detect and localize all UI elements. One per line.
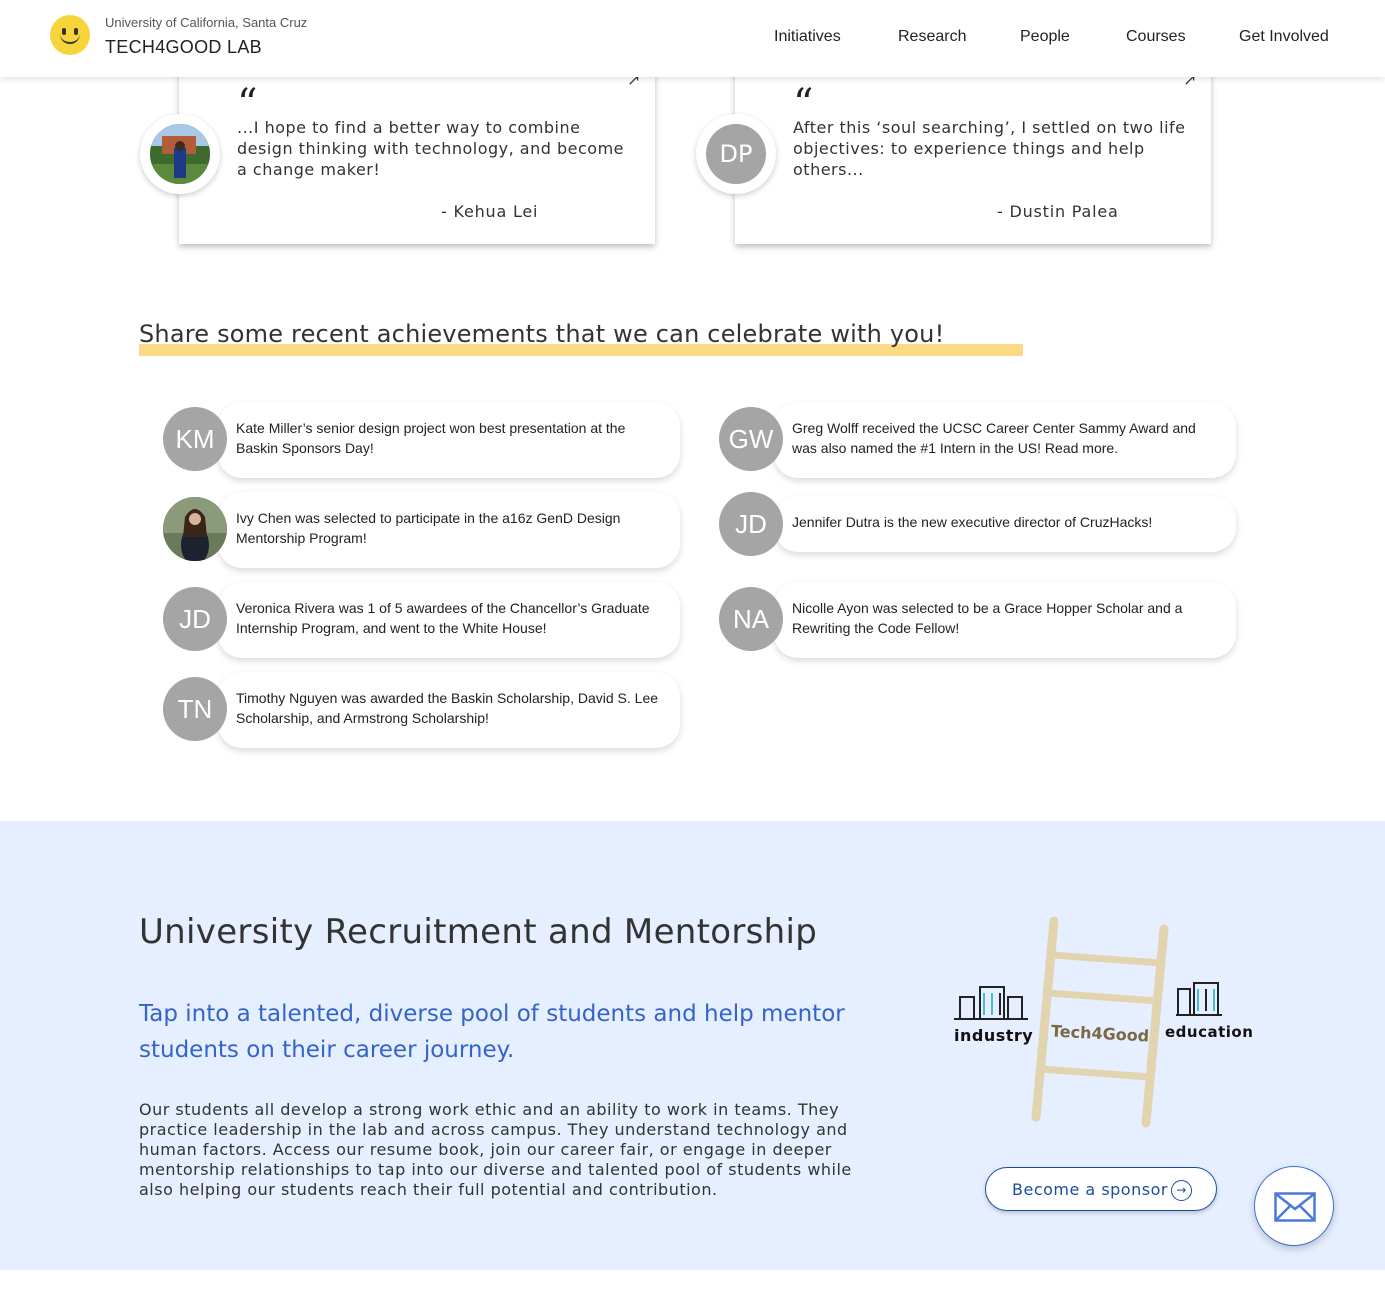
section-body: Our students all develop a strong work e… — [139, 1100, 852, 1199]
quote-card[interactable]: ↗ “ After this ‘soul searching’, I settl… — [735, 60, 1211, 244]
student-photo — [150, 124, 210, 184]
achievement-text: Nicolle Ayon was selected to be a Grace … — [792, 600, 1183, 636]
nav-courses[interactable]: Courses — [1126, 28, 1186, 46]
avatar — [163, 497, 227, 561]
avatar — [140, 114, 220, 194]
envelope-icon — [1274, 1192, 1316, 1222]
avatar-initials: JD — [719, 492, 783, 556]
student-photo — [163, 497, 227, 561]
avatar: DP — [696, 114, 776, 194]
nav-initiatives[interactable]: Initiatives — [774, 28, 841, 46]
nav-people[interactable]: People — [1020, 28, 1070, 46]
industry-buildings-icon — [954, 986, 1028, 1020]
achievement-text: Timothy Nguyen was awarded the Baskin Sc… — [236, 690, 659, 726]
page-footer-edge — [0, 1270, 1385, 1289]
avatar-initials: NA — [719, 587, 783, 651]
achievement-text: Ivy Chen was selected to participate in … — [236, 510, 621, 546]
achievement-item: Jennifer Dutra is the new executive dire… — [774, 496, 1236, 552]
achievement-item: Greg Wolff received the UCSC Career Cent… — [774, 402, 1236, 478]
education-buildings-icon — [1176, 982, 1222, 1016]
lab-name[interactable]: TECH4GOOD LAB — [105, 37, 262, 58]
education-label: education — [1165, 1023, 1254, 1041]
sponsor-button-label: Become a sponsor — [1012, 1180, 1168, 1199]
university-name: University of California, Santa Cruz — [105, 15, 308, 30]
achievement-text: Jennifer Dutra is the new executive dire… — [792, 514, 1153, 530]
achievement-item: Ivy Chen was selected to participate in … — [218, 492, 680, 568]
site-header: University of California, Santa Cruz TEC… — [0, 0, 1385, 77]
section-title: University Recruitment and Mentorship — [139, 912, 818, 952]
become-sponsor-button[interactable]: Become a sponsor → — [985, 1167, 1217, 1211]
contact-mail-button[interactable] — [1254, 1166, 1334, 1246]
achievement-item: Kate Miller’s senior design project won … — [218, 402, 680, 478]
avatar-initials: TN — [163, 677, 227, 741]
achievement-item: Veronica Rivera was 1 of 5 awardees of t… — [218, 582, 680, 658]
quote-text: ...I hope to find a better way to combin… — [237, 118, 625, 179]
achievement-item: Timothy Nguyen was awarded the Baskin Sc… — [218, 672, 680, 748]
quote-author: - Kehua Lei — [441, 202, 539, 221]
nav-get-involved[interactable]: Get Involved — [1239, 28, 1329, 46]
achievements-title: Share some recent achievements that we c… — [139, 320, 945, 348]
avatar-initials: DP — [706, 124, 766, 184]
quote-author: - Dustin Palea — [997, 202, 1119, 221]
achievement-item: Nicolle Ayon was selected to be a Grace … — [774, 582, 1236, 658]
industry-label: industry — [954, 1026, 1034, 1045]
avatar-initials: GW — [719, 407, 783, 471]
section-subtitle: Tap into a talented, diverse pool of stu… — [139, 1001, 845, 1063]
avatar-initials: JD — [163, 587, 227, 651]
achievement-text: Kate Miller’s senior design project won … — [236, 420, 626, 456]
nav-research[interactable]: Research — [898, 28, 966, 46]
avatar-initials: KM — [163, 407, 227, 471]
achievement-text: Veronica Rivera was 1 of 5 awardees of t… — [236, 600, 650, 636]
arrow-right-icon: → — [1171, 1180, 1192, 1201]
quote-text: After this ‘soul searching’, I settled o… — [793, 118, 1186, 179]
quote-card[interactable]: ↗ “ ...I hope to find a better way to co… — [179, 60, 655, 244]
smiley-logo-icon[interactable] — [50, 15, 90, 55]
achievement-text: Greg Wolff received the UCSC Career Cent… — [792, 420, 1196, 456]
